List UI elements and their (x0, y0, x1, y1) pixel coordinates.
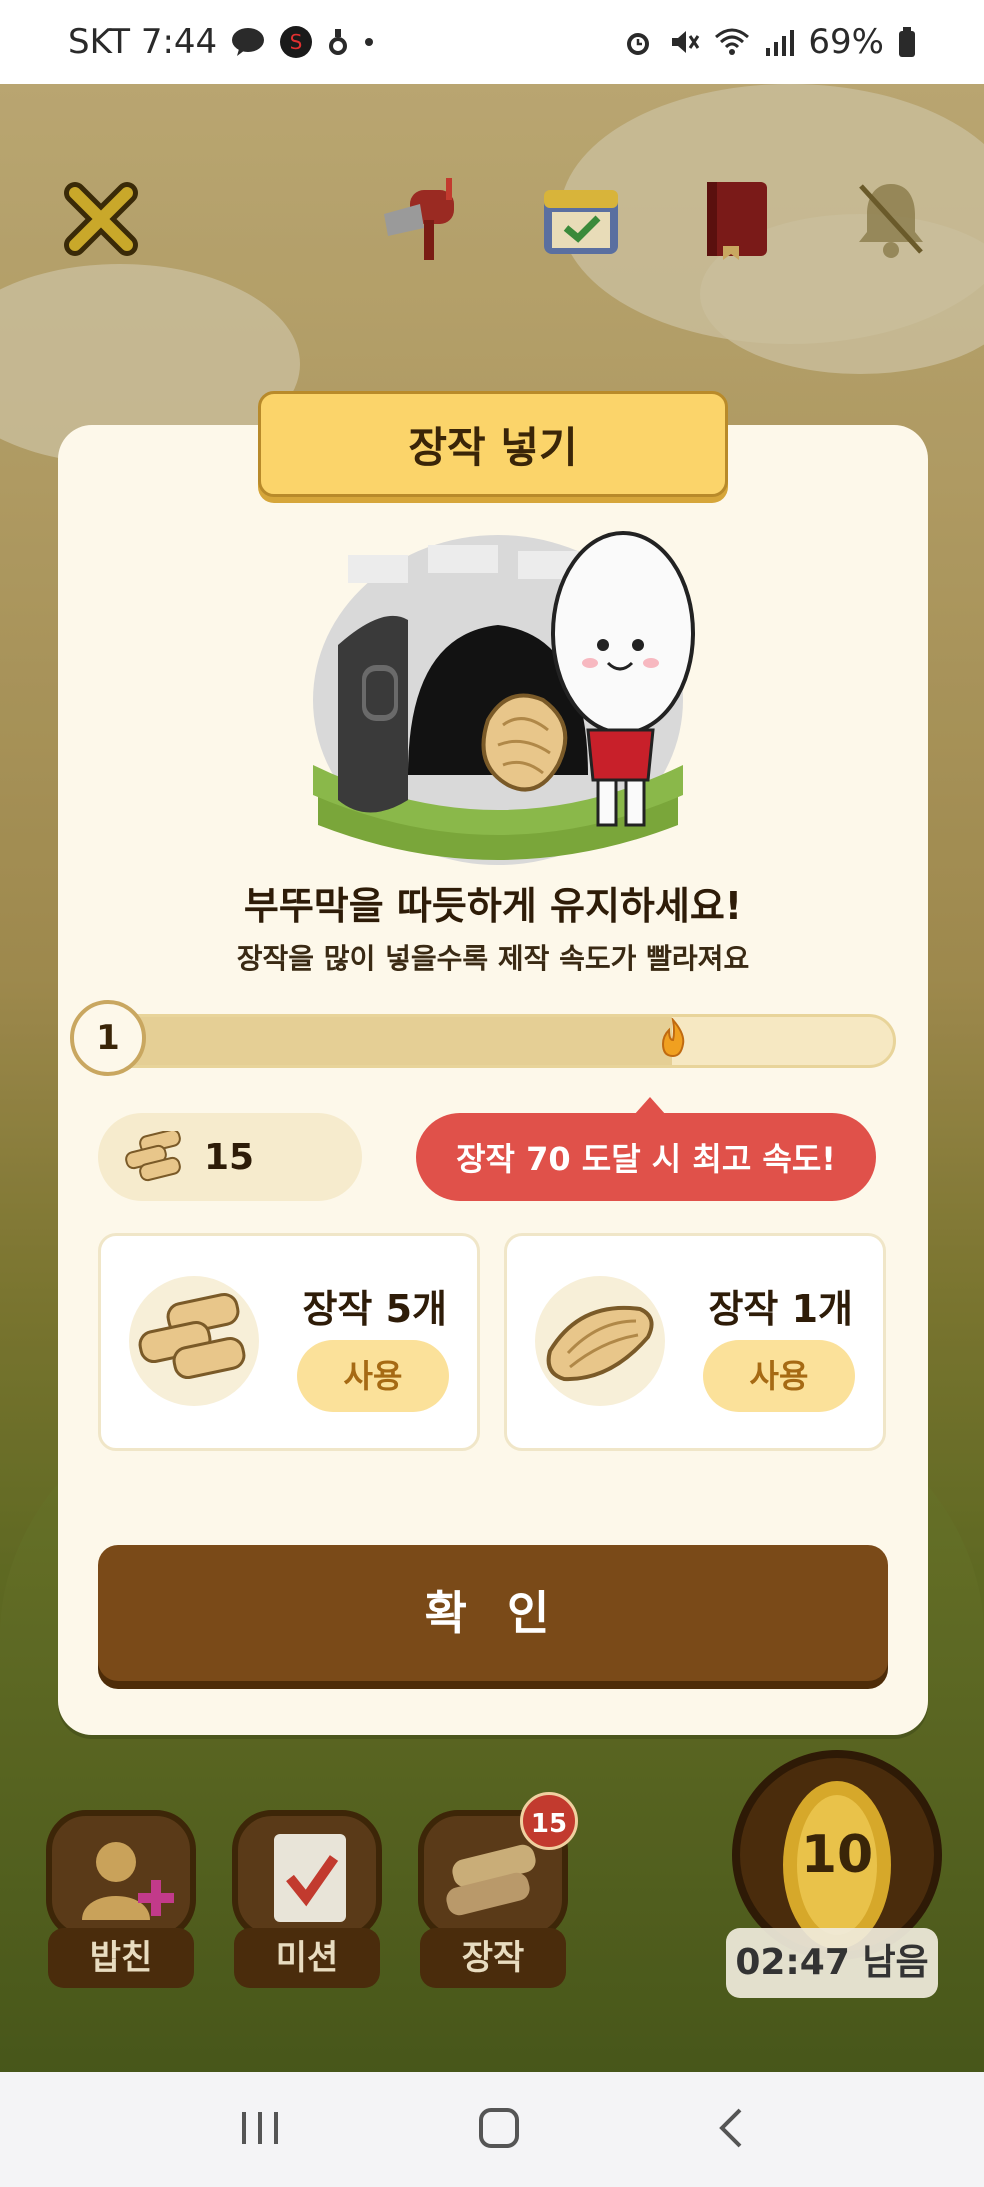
signal-icon (764, 28, 795, 56)
firewood-log-icon (546, 1306, 654, 1382)
book-icon[interactable] (690, 174, 780, 264)
item-label: 장작 1개 (708, 1287, 853, 1331)
chat-bubble-icon (231, 27, 265, 57)
carrier-time: SKT 7:44 (68, 22, 218, 62)
nav-firewood-button[interactable]: 장작 15 (418, 1792, 578, 1995)
mute-icon (668, 26, 700, 58)
back-icon[interactable] (716, 2106, 746, 2154)
nav-friends-button[interactable]: 밥친 (46, 1810, 196, 1995)
notification-badge: 15 (520, 1792, 578, 1850)
firewood-progress-bar: 1 (70, 1000, 900, 1076)
bell-muted-icon[interactable] (846, 174, 936, 264)
dot-icon (363, 36, 375, 48)
firewood-1-card: 장작 1개 사용 (504, 1233, 886, 1451)
add-friend-icon (82, 1842, 174, 1920)
game-bottom-nav: 밥친 미션 장작 15 10 02:47 남음 (40, 1750, 944, 2010)
svg-text:S: S (290, 30, 303, 54)
firewood-stack-icon (125, 1131, 181, 1182)
flame-icon (662, 1018, 685, 1058)
oven-character-illustration (313, 531, 695, 865)
mailbox-icon[interactable] (380, 174, 470, 264)
battery-icon (898, 27, 916, 57)
home-icon[interactable] (477, 2106, 521, 2154)
timer-remaining: 02:47 남음 (726, 1928, 938, 1998)
system-nav-bar (0, 2072, 984, 2187)
ring-icon (327, 27, 349, 57)
nav-friends-label: 밥친 (48, 1928, 194, 1988)
dialog-title: 장작 넣기 (258, 391, 728, 497)
item-label: 장작 5개 (302, 1287, 447, 1331)
app-s-icon: S (279, 25, 313, 59)
progress-fill (103, 1017, 672, 1065)
status-bar: SKT 7:44 S 69% (0, 0, 984, 84)
level-indicator: 1 (70, 1000, 146, 1076)
dialog-subline: 장작을 많이 넣을수록 제작 속도가 빨라져요 (236, 942, 750, 975)
battery-percent: 69% (808, 22, 884, 62)
close-icon[interactable] (56, 174, 146, 264)
recent-apps-icon[interactable] (238, 2108, 282, 2152)
firewood-bundle-icon (138, 1292, 246, 1380)
firewood-count-value: 15 (204, 1136, 255, 1178)
nav-mission-label: 미션 (234, 1928, 380, 1988)
wifi-icon (714, 27, 750, 57)
nav-firewood-label: 장작 (420, 1928, 566, 1988)
firewood-5-card: 장작 5개 사용 (98, 1233, 480, 1451)
confirm-button[interactable]: 확 인 (98, 1545, 888, 1681)
use-firewood-1-button[interactable]: 사용 (703, 1340, 855, 1412)
use-firewood-5-button[interactable]: 사용 (297, 1340, 449, 1412)
max-speed-tip: 장작 70 도달 시 최고 속도! (416, 1097, 876, 1201)
firewood-count: 15 (98, 1113, 362, 1201)
top-icon-bar (0, 84, 984, 284)
dialog-headline: 부뚜막을 따듯하게 유지하세요! (243, 884, 743, 928)
grain-level: 10 (800, 1825, 874, 1885)
nav-mission-button[interactable]: 미션 (232, 1810, 382, 1995)
mission-scroll-icon (274, 1834, 346, 1922)
alarm-icon (622, 26, 654, 58)
firewood-dialog: 장작 넣기 부뚜막을 따듯하게 유지하세요! 장작을 많이 넣을수록 제작 속도… (58, 391, 928, 1735)
calendar-check-icon[interactable] (536, 174, 626, 264)
